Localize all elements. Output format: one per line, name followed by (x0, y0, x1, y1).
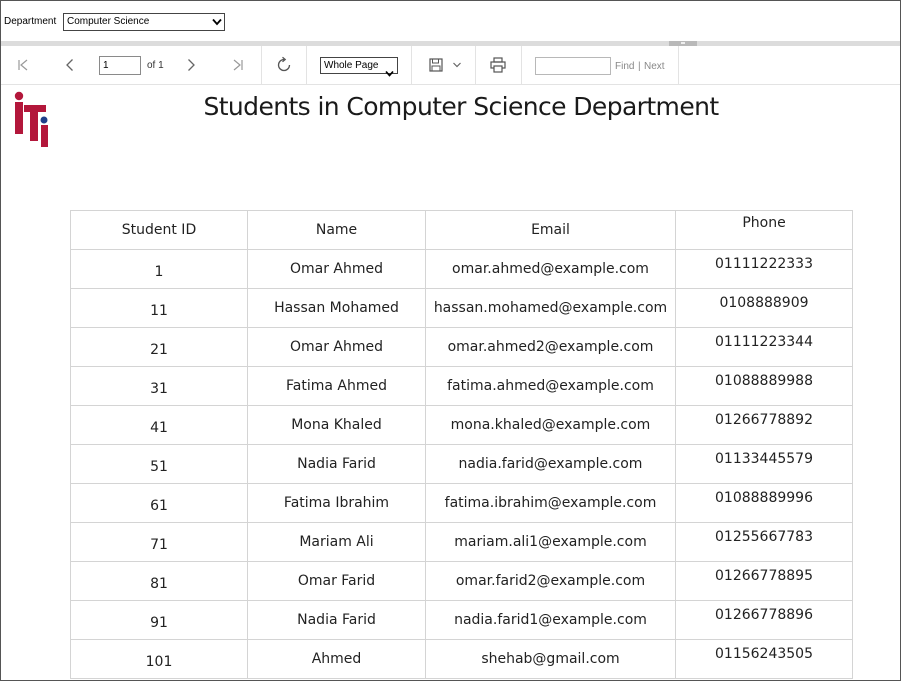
student-name-cell: Fatima Ibrahim (247, 483, 426, 523)
find-input[interactable] (535, 57, 611, 75)
student-id-cell: 41 (70, 405, 248, 445)
zoom-select-value: Whole Page (324, 60, 379, 71)
column-header-student-id: Student ID (70, 210, 248, 250)
student-phone-cell: 01266778896 (675, 600, 853, 640)
student-name-cell: Hassan Mohamed (247, 288, 426, 328)
table-row: 81 Omar Farid omar.farid2@example.com 01266… (70, 561, 853, 601)
student-name-cell: Omar Farid (247, 561, 426, 601)
student-name-cell: Fatima Ahmed (247, 366, 426, 406)
student-email-cell: fatima.ahmed@example.com (425, 366, 676, 406)
student-phone-cell: 01133445579 (675, 444, 853, 484)
toolbar-separator (261, 46, 262, 84)
find-separator: | (638, 61, 641, 72)
student-id-cell: 11 (70, 288, 248, 328)
table-header-row: Student ID Name Email Phone (70, 210, 853, 250)
table-row: 51 Nadia Farid nadia.farid@example.com 0113… (70, 444, 853, 484)
table-row: 61 Fatima Ibrahim fatima.ibrahim@example.c… (70, 483, 853, 523)
student-id-cell: 61 (70, 483, 248, 523)
toolbar-separator (678, 46, 679, 84)
department-select-value: Computer Science (67, 16, 150, 27)
report-title: Students in Computer Science Department (203, 92, 719, 121)
student-id-cell: 71 (70, 522, 248, 562)
toolbar-separator (411, 46, 412, 84)
student-id-cell: 101 (70, 639, 248, 679)
next-page-icon[interactable] (180, 54, 202, 76)
refresh-icon[interactable] (273, 54, 295, 76)
department-select[interactable]: Computer Science (63, 13, 225, 31)
student-name-cell: Omar Ahmed (247, 327, 426, 367)
toolbar-separator (521, 46, 522, 84)
table-row: 1 Omar Ahmed omar.ahmed@example.com 0111122… (70, 249, 853, 289)
student-email-cell: omar.farid2@example.com (425, 561, 676, 601)
student-name-cell: Mona Khaled (247, 405, 426, 445)
student-email-cell: shehab@gmail.com (425, 639, 676, 679)
student-email-cell: nadia.farid1@example.com (425, 600, 676, 640)
student-phone-cell: 01111223344 (675, 327, 853, 367)
students-table-wrapper: Student ID Name Email Phone 1 Omar Ahmed o… (70, 210, 853, 679)
table-row: 101 Ahmed shehab@gmail.com 01156243505 (70, 639, 853, 679)
student-phone-cell: 01255667783 (675, 522, 853, 562)
student-id-cell: 31 (70, 366, 248, 406)
student-email-cell: fatima.ibrahim@example.com (425, 483, 676, 523)
column-header-email: Email (425, 210, 676, 250)
student-id-cell: 51 (70, 444, 248, 484)
find-link[interactable]: Find (615, 61, 634, 72)
table-row: 31 Fatima Ahmed fatima.ahmed@example.com 01… (70, 366, 853, 406)
student-email-cell: mariam.ali1@example.com (425, 522, 676, 562)
column-header-phone: Phone (675, 210, 853, 250)
table-row: 11 Hassan Mohamed hassan.mohamed@example.c… (70, 288, 853, 328)
toolbar-separator (475, 46, 476, 84)
previous-page-icon[interactable] (59, 54, 81, 76)
table-body: 1 Omar Ahmed omar.ahmed@example.com 0111122… (70, 249, 853, 679)
student-phone-cell: 01156243505 (675, 639, 853, 679)
last-page-icon[interactable] (227, 54, 249, 76)
student-name-cell: Nadia Farid (247, 444, 426, 484)
chevron-down-icon (385, 62, 394, 81)
column-header-name: Name (247, 210, 426, 250)
student-id-cell: 1 (70, 249, 248, 289)
toolbar-separator (306, 46, 307, 84)
student-id-cell: 21 (70, 327, 248, 367)
student-phone-cell: 01266778892 (675, 405, 853, 445)
table-row: 91 Nadia Farid nadia.farid1@example.com 012… (70, 600, 853, 640)
page-count: of 1 (147, 60, 164, 71)
student-email-cell: omar.ahmed2@example.com (425, 327, 676, 367)
first-page-icon[interactable] (12, 54, 34, 76)
chevron-down-icon[interactable] (446, 54, 468, 76)
student-email-cell: omar.ahmed@example.com (425, 249, 676, 289)
students-table: Student ID Name Email Phone 1 Omar Ahmed o… (70, 210, 853, 679)
student-email-cell: hassan.mohamed@example.com (425, 288, 676, 328)
zoom-select[interactable]: Whole Page (320, 57, 398, 77)
table-row: 41 Mona Khaled mona.khaled@example.com 0126… (70, 405, 853, 445)
report-toolbar: 1 of 1 Whole Page Find | Next (1, 46, 900, 85)
page-number-input[interactable]: 1 (99, 56, 141, 75)
parameter-area: Department Computer Science (1, 1, 900, 41)
student-id-cell: 81 (70, 561, 248, 601)
student-name-cell: Ahmed (247, 639, 426, 679)
student-name-cell: Mariam Ali (247, 522, 426, 562)
department-label: Department (4, 16, 57, 27)
student-name-cell: Omar Ahmed (247, 249, 426, 289)
save-icon[interactable] (425, 54, 447, 76)
student-phone-cell: 01266778895 (675, 561, 853, 601)
print-icon[interactable] (487, 54, 509, 76)
table-row: 21 Omar Ahmed omar.ahmed2@example.com 01111… (70, 327, 853, 367)
student-email-cell: mona.khaled@example.com (425, 405, 676, 445)
student-email-cell: nadia.farid@example.com (425, 444, 676, 484)
next-link[interactable]: Next (644, 61, 665, 72)
student-id-cell: 91 (70, 600, 248, 640)
report-body: Students in Computer Science Department … (1, 85, 900, 680)
student-phone-cell: 01111222333 (675, 249, 853, 289)
student-phone-cell: 0108888909 (675, 288, 853, 328)
student-phone-cell: 01088889988 (675, 366, 853, 406)
student-name-cell: Nadia Farid (247, 600, 426, 640)
student-phone-cell: 01088889996 (675, 483, 853, 523)
table-row: 71 Mariam Ali mariam.ali1@example.com 01255… (70, 522, 853, 562)
